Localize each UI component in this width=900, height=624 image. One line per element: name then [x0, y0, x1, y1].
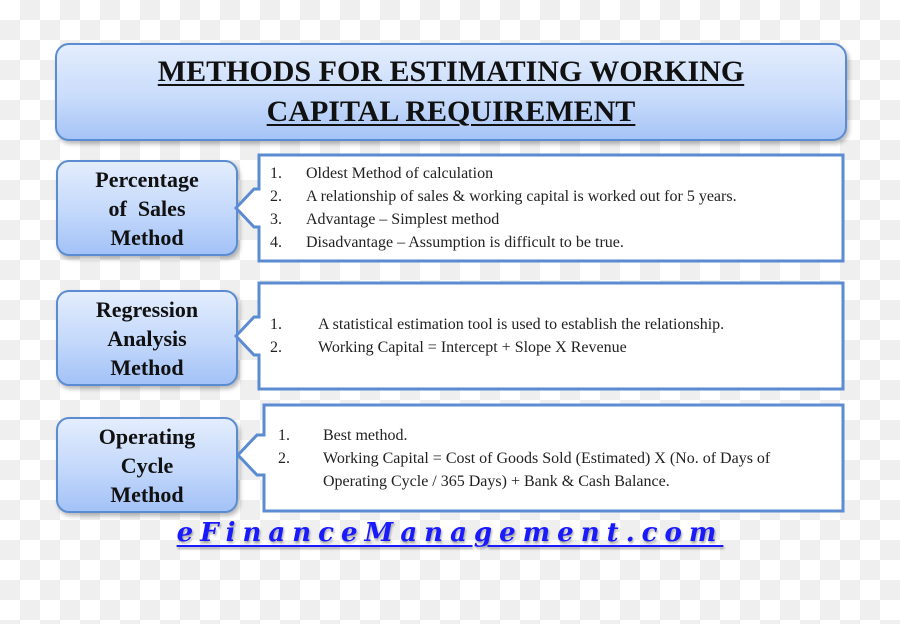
callout-percentage-of-sales: 1. Oldest Method of calculation 2. A relat…: [230, 153, 850, 265]
title-line-1: METHODS FOR ESTIMATING WORKING: [157, 55, 745, 88]
site-link[interactable]: eFinanceManagement.com: [177, 518, 724, 548]
callout-operating-cycle: 1. Best method. 2. Working Capital = Cost …: [230, 403, 850, 515]
list-item: 1. Best method.: [278, 427, 408, 444]
method-name-line: Operating: [98, 423, 196, 449]
diagram-title: METHODS FOR ESTIMATING WORKING CAPITAL R…: [158, 52, 744, 132]
list-item: 2. A relationship of sales & working capi…: [270, 188, 737, 205]
title-line-2: CAPITAL REQUIREMENT: [266, 95, 636, 128]
method-percentage-of-sales: Percentage of Sales Method: [56, 160, 238, 256]
callout-regression-analysis: 1. A statistical estimation tool is used …: [230, 281, 850, 393]
method-name-line: Method: [110, 354, 184, 380]
method-operating-cycle: Operating Cycle Method: [56, 417, 238, 513]
method-name-line: Regression: [95, 296, 199, 322]
title-box: METHODS FOR ESTIMATING WORKING CAPITAL R…: [55, 43, 847, 141]
method-name-line: Analysis: [107, 325, 187, 351]
list-item: 3. Advantage – Simplest method: [270, 211, 500, 228]
method-name-line: Method: [110, 481, 184, 507]
list-item: 2. Working Capital = Cost of Goods Sold (…: [278, 450, 771, 490]
footer: eFinanceManagement.com: [0, 518, 900, 548]
list-item: 1. A statistical estimation tool is used …: [270, 316, 725, 333]
list-item: 2. Working Capital = Intercept + Slope X …: [270, 339, 627, 356]
list-item: 4. Disadvantage – Assumption is difficult…: [270, 234, 624, 251]
method-regression-analysis: Regression Analysis Method: [56, 290, 238, 386]
method-name-line: of Sales: [108, 195, 186, 221]
list-item: 1. Oldest Method of calculation: [270, 165, 494, 182]
method-name-line: Method: [110, 224, 184, 250]
method-name-line: Cycle: [120, 452, 174, 478]
method-name-line: Percentage: [95, 166, 199, 192]
